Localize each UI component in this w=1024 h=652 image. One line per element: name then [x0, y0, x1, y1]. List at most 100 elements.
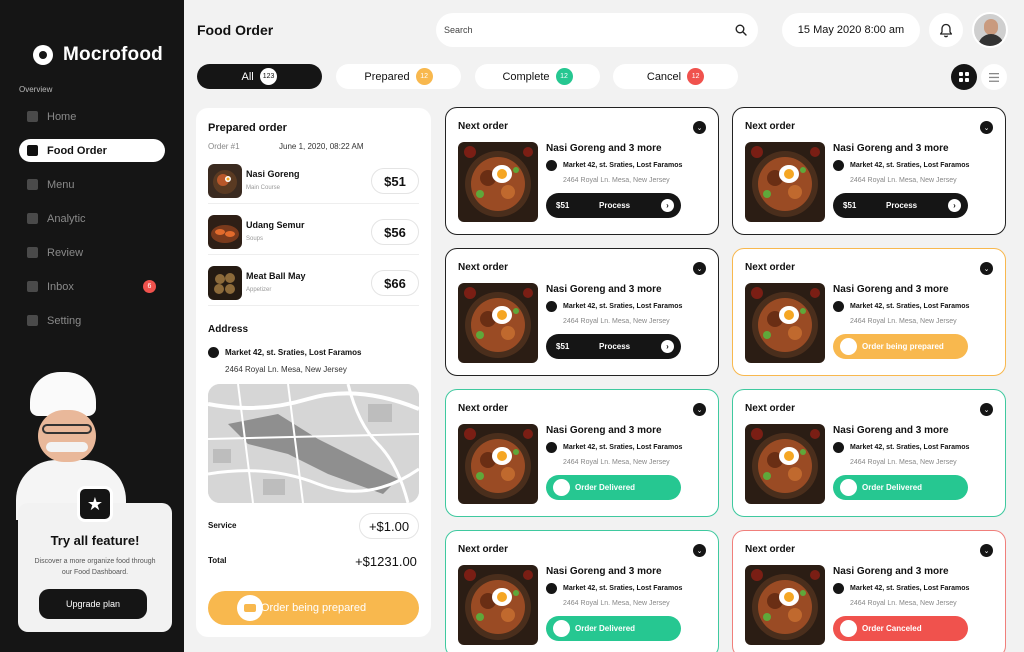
address-line1: Market 42, st. Sraties, Lost Faramos: [850, 585, 970, 592]
arrow-right-icon: ›: [661, 340, 674, 353]
sidebar-item-analytic[interactable]: Analytic: [19, 207, 165, 230]
process-button[interactable]: $51 Process ›: [546, 334, 681, 359]
address-line2: 2464 Royal Ln. Mesa, New Jersey: [850, 600, 957, 607]
status-icon: [553, 479, 570, 496]
sidebar-item-food-order[interactable]: Food Order: [19, 139, 165, 162]
tab-complete[interactable]: Complete 12: [475, 64, 600, 89]
avatar[interactable]: [972, 12, 1008, 48]
grid-view-button[interactable]: [951, 64, 977, 90]
search-input[interactable]: [444, 22, 714, 38]
tab-label: Cancel: [646, 70, 682, 83]
process-button[interactable]: $51 Process ›: [833, 193, 968, 218]
app-logo[interactable]: Mocrofood: [33, 44, 163, 66]
status-label: Order Delivered: [575, 624, 636, 633]
address-line1: Market 42, st. Sraties, Lost Faramos: [850, 444, 970, 451]
order-price: $51: [556, 342, 570, 351]
item-category: Appetizer: [246, 287, 272, 293]
cart-icon: [237, 595, 263, 621]
bell-icon: [939, 23, 953, 37]
order-name: Nasi Goreng and 3 more: [546, 425, 662, 436]
order-card[interactable]: Next order ⌄ Nasi Goreng and 3 more Market …: [445, 389, 719, 517]
sidebar: Mocrofood Overview Home Food Order Menu …: [0, 0, 184, 652]
tab-count: 123: [259, 68, 278, 85]
item-price: $51: [371, 168, 419, 194]
address-line1: Market 42, st. Sraties, Lost Faramos: [563, 585, 683, 592]
process-label: Process: [886, 201, 918, 210]
item-name: Nasi Goreng: [246, 169, 300, 179]
location-pin-icon: [833, 301, 844, 312]
tab-prepared[interactable]: Prepared 12: [336, 64, 461, 89]
sidebar-nav: Home Food Order Menu Analytic Review Inb…: [19, 105, 165, 343]
list-view-button[interactable]: [981, 64, 1007, 90]
address-title: Address: [208, 324, 249, 335]
panel-title: Prepared order: [208, 122, 287, 134]
order-card[interactable]: Next order ⌄ Nasi Goreng and 3 more Market …: [732, 389, 1006, 517]
inbox-badge: 6: [143, 280, 156, 293]
tab-all[interactable]: All 123: [197, 64, 322, 89]
card-title: Next order: [745, 403, 796, 414]
chevron-down-icon[interactable]: ⌄: [980, 262, 993, 275]
order-card[interactable]: Next order ⌄ Nasi Goreng and 3 more Market …: [732, 248, 1006, 376]
order-card[interactable]: Next order ⌄ Nasi Goreng and 3 more Market …: [445, 530, 719, 652]
chevron-down-icon[interactable]: ⌄: [980, 121, 993, 134]
process-button[interactable]: $51 Process ›: [546, 193, 681, 218]
status-icon: [840, 620, 857, 637]
sidebar-item-review[interactable]: Review: [19, 241, 165, 264]
tab-cancel[interactable]: Cancel 12: [613, 64, 738, 89]
list-item[interactable]: Nasi Goreng Main Course $51: [208, 156, 419, 204]
sidebar-item-menu[interactable]: Menu: [19, 173, 165, 196]
location-pin-icon: [208, 347, 219, 358]
address-line2: 2464 Royal Ln. Mesa, New Jersey: [563, 459, 670, 466]
chevron-down-icon[interactable]: ⌄: [693, 262, 706, 275]
location-pin-icon: [833, 442, 844, 453]
chevron-down-icon[interactable]: ⌄: [693, 544, 706, 557]
chevron-down-icon[interactable]: ⌄: [693, 121, 706, 134]
food-image: [208, 266, 242, 300]
notification-button[interactable]: [929, 13, 963, 47]
item-category: Main Course: [246, 185, 281, 191]
food-image: [745, 424, 825, 504]
sidebar-item-home[interactable]: Home: [19, 105, 165, 128]
chevron-down-icon[interactable]: ⌄: [980, 403, 993, 416]
sidebar-item-setting[interactable]: Setting: [19, 309, 165, 332]
list-item[interactable]: Meat Ball May Appetizer $66: [208, 258, 419, 306]
status-delivered-button[interactable]: Order Delivered: [546, 475, 681, 500]
address-map[interactable]: [208, 384, 419, 503]
food-image: [458, 424, 538, 504]
card-title: Next order: [745, 262, 796, 273]
search-icon[interactable]: [735, 24, 747, 36]
tab-count: 12: [415, 68, 433, 85]
food-image: [208, 215, 242, 249]
chevron-down-icon[interactable]: ⌄: [693, 403, 706, 416]
order-status-button[interactable]: Order being prepared: [208, 591, 419, 625]
list-item[interactable]: Udang Semur Soups $56: [208, 207, 419, 255]
address-line1: Market 42, st. Sraties, Lost Faramos: [850, 303, 970, 310]
status-canceled-button[interactable]: Order Canceled: [833, 616, 968, 641]
sidebar-item-inbox[interactable]: Inbox 6: [19, 275, 165, 298]
status-icon: [840, 338, 857, 355]
location-pin-icon: [546, 160, 557, 171]
order-card[interactable]: Next order ⌄ Nasi Goreng and 3 more Market …: [445, 248, 719, 376]
location-pin-icon: [546, 301, 557, 312]
address-line2: 2464 Royal Ln. Mesa, New Jersey: [225, 365, 347, 374]
address-line1: Market 42, st. Sraties, Lost Faramos: [225, 348, 362, 357]
sidebar-item-label: Analytic: [47, 212, 86, 225]
status-label: Order Canceled: [862, 624, 922, 633]
status-prepared-button[interactable]: Order being prepared: [833, 334, 968, 359]
sidebar-item-label: Inbox: [47, 280, 74, 293]
status-label: Order Delivered: [575, 483, 636, 492]
total-value: +$1231.00: [355, 553, 417, 569]
order-name: Nasi Goreng and 3 more: [833, 284, 949, 295]
order-card[interactable]: Next order ⌄ Nasi Goreng and 3 more Market …: [732, 530, 1006, 652]
location-pin-icon: [546, 442, 557, 453]
gear-icon: [27, 315, 38, 326]
item-name: Meat Ball May: [246, 271, 306, 281]
status-delivered-button[interactable]: Order Delivered: [546, 616, 681, 641]
order-card[interactable]: Next order ⌄ Nasi Goreng and 3 more Market …: [732, 107, 1006, 235]
upgrade-plan-button[interactable]: Upgrade plan: [39, 589, 147, 619]
food-image: [458, 565, 538, 645]
order-name: Nasi Goreng and 3 more: [546, 143, 662, 154]
chevron-down-icon[interactable]: ⌄: [980, 544, 993, 557]
order-card[interactable]: Next order ⌄ Nasi Goreng and 3 more Market …: [445, 107, 719, 235]
status-delivered-button[interactable]: Order Delivered: [833, 475, 968, 500]
